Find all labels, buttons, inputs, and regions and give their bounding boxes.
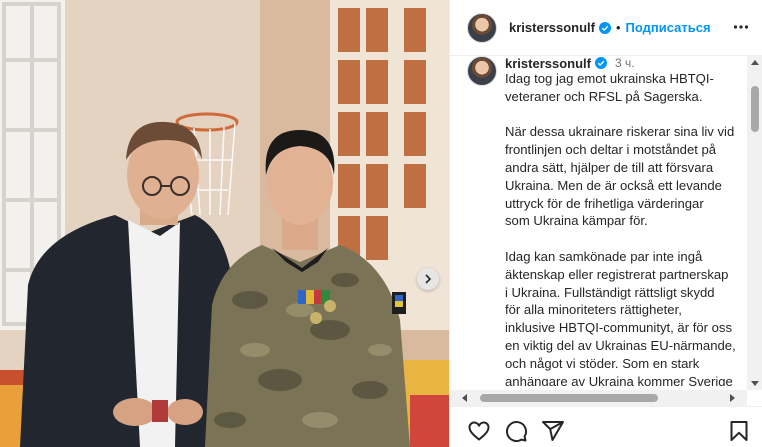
- heart-icon[interactable]: [467, 419, 491, 443]
- post-header: kristerssonulf • Подписаться: [450, 0, 762, 56]
- next-photo-button[interactable]: [417, 268, 439, 290]
- post-photo[interactable]: [0, 0, 449, 447]
- scroll-up-arrow[interactable]: [751, 60, 759, 65]
- horizontal-scrollbar[interactable]: [450, 390, 747, 406]
- scroll-down-arrow[interactable]: [751, 381, 759, 386]
- verified-badge-icon: [594, 57, 607, 69]
- post-actions-bar: [450, 406, 762, 447]
- vertical-scroll-thumb[interactable]: [751, 86, 759, 132]
- caption-area: kristerssonulf 3 ч. Idag tog jag emot uk…: [450, 56, 748, 386]
- bookmark-icon[interactable]: [727, 419, 751, 443]
- caption-avatar[interactable]: [467, 56, 497, 86]
- caption-paragraph: Idag tog jag emot ukrainska HBTQI- veter…: [505, 71, 714, 104]
- scroll-right-arrow[interactable]: [730, 394, 735, 402]
- photo-scene: [0, 0, 449, 447]
- caption-paragraph: När dessa ukrainare riskerar sina liv vi…: [505, 124, 735, 229]
- more-options-icon[interactable]: [733, 19, 749, 35]
- post-time[interactable]: 3 ч.: [615, 56, 635, 70]
- horizontal-scroll-thumb[interactable]: [480, 394, 658, 402]
- comment-icon[interactable]: [504, 419, 528, 443]
- header-separator: •: [615, 20, 621, 35]
- scroll-left-arrow[interactable]: [462, 394, 467, 402]
- caption-paragraph: Idag kan samkönade par inte ingå äktensk…: [505, 248, 736, 386]
- follow-button[interactable]: Подписаться: [626, 20, 711, 35]
- vertical-scrollbar[interactable]: [747, 56, 762, 390]
- caption-username[interactable]: kristerssonulf: [505, 56, 591, 71]
- verified-badge-icon: [598, 21, 611, 34]
- header-username[interactable]: kristerssonulf: [509, 20, 595, 35]
- post-side-panel: kristerssonulf • Подписаться kristersson…: [449, 0, 762, 447]
- chevron-right-icon: [425, 274, 432, 284]
- avatar[interactable]: [467, 12, 497, 43]
- share-icon[interactable]: [541, 419, 565, 443]
